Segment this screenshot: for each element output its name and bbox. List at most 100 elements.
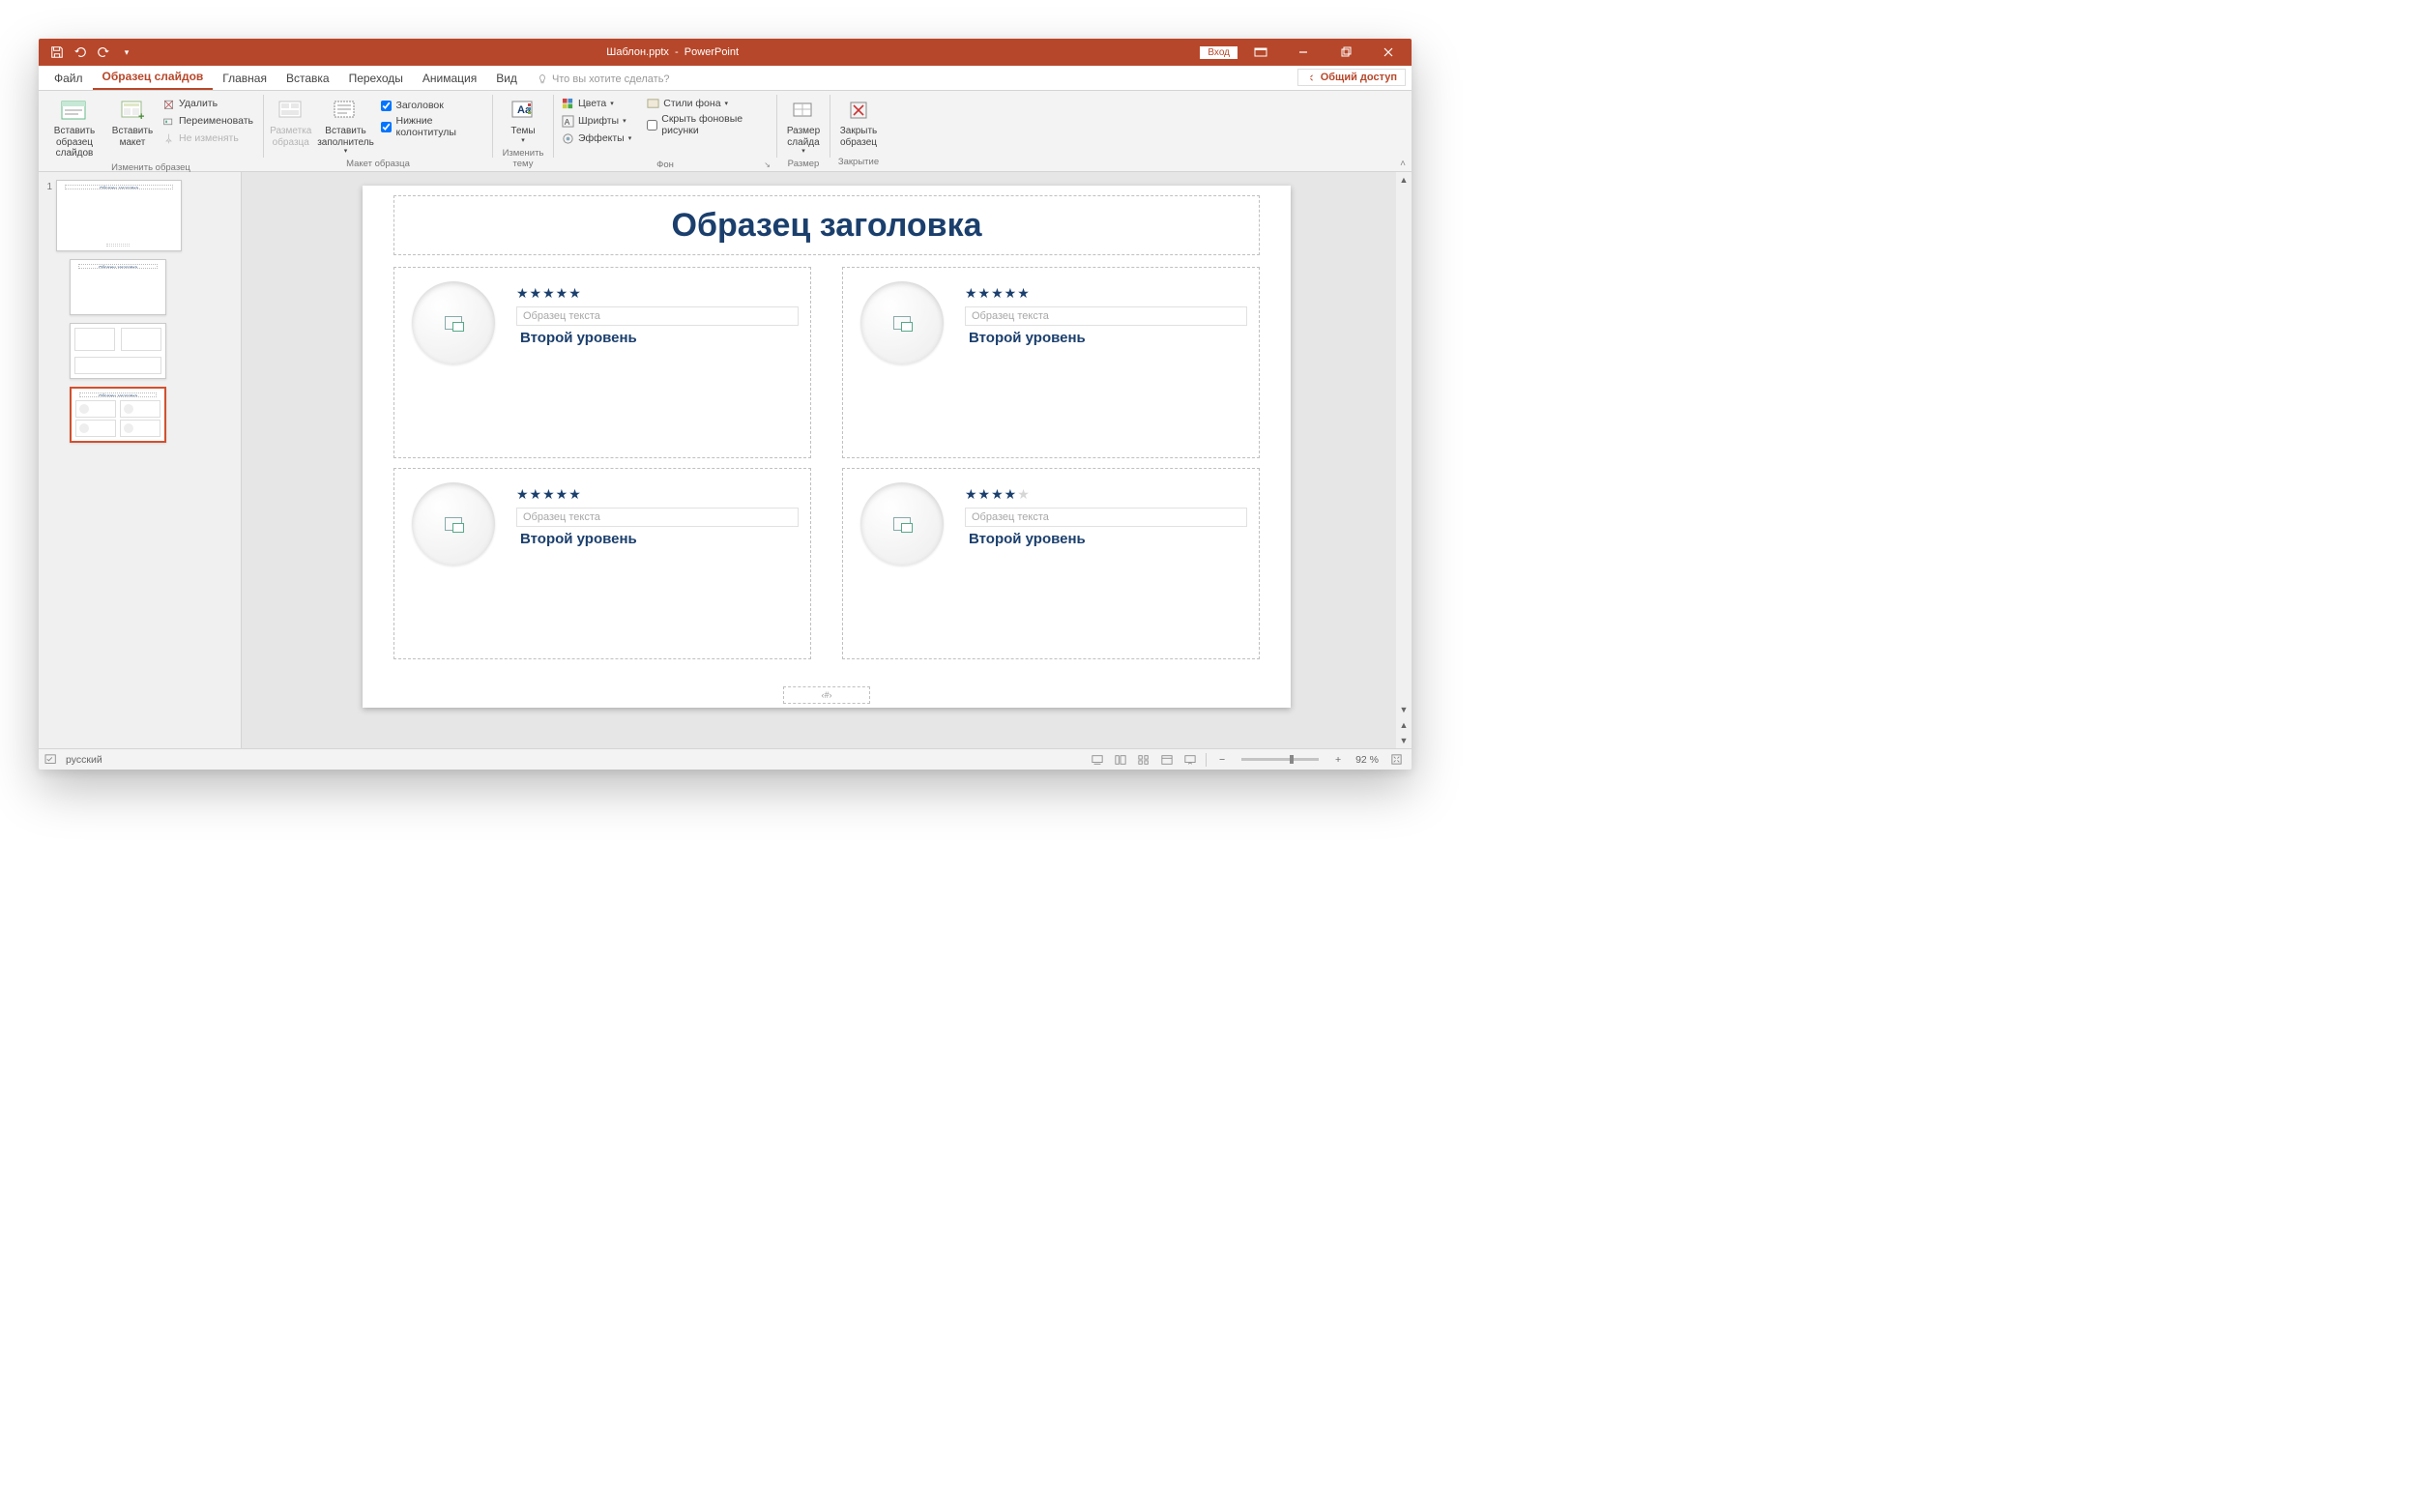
- zoom-out-button[interactable]: −: [1212, 752, 1232, 768]
- footers-checkbox[interactable]: Нижние колонтитулы: [377, 114, 488, 139]
- level2-text[interactable]: Второй уровень: [969, 531, 1086, 547]
- status-language[interactable]: русский: [66, 754, 102, 766]
- spellcheck-icon[interactable]: [44, 754, 58, 766]
- delete-button[interactable]: Удалить: [159, 95, 257, 112]
- ribbon-display-button[interactable]: [1241, 39, 1280, 66]
- ribbon-tabs: Файл Образец слайдов Главная Вставка Пер…: [39, 66, 1412, 91]
- sorter-view-button[interactable]: [1134, 752, 1153, 768]
- level2-text[interactable]: Второй уровень: [520, 330, 637, 346]
- layout-thumbnail-3[interactable]: Образец заголовка: [70, 387, 166, 443]
- layout-thumbnail-2[interactable]: [70, 323, 166, 379]
- hide-bg-checkbox[interactable]: Скрыть фоновые рисунки: [643, 112, 772, 137]
- group-close: Закрыть образец Закрытие: [830, 91, 887, 171]
- sign-in-button[interactable]: Вход: [1200, 46, 1238, 59]
- group-themes: Aa Темы ▾ Изменить тему: [493, 91, 553, 171]
- close-master-icon: [848, 100, 869, 121]
- insert-placeholder-button[interactable]: Вставить заполнитель ▾: [315, 95, 375, 158]
- card-top-right[interactable]: ★★★★★ Образец текста Второй уровень: [842, 267, 1260, 458]
- master-thumb-row: 1 Образец заголовка: [43, 180, 233, 251]
- fonts-icon: A: [562, 115, 574, 128]
- insert-slide-master-button[interactable]: Вставить образец слайдов: [43, 95, 106, 161]
- scroll-up-icon[interactable]: ▲: [1396, 172, 1412, 188]
- filename: Шаблон.pptx: [606, 46, 669, 58]
- svg-text:A: A: [565, 117, 570, 127]
- reading-view-button[interactable]: [1157, 752, 1177, 768]
- text-placeholder[interactable]: Образец текста: [516, 306, 799, 326]
- tell-me[interactable]: Что вы хотите сделать?: [527, 69, 680, 90]
- bg-styles-icon: [647, 98, 659, 110]
- layout-grid-icon: [277, 100, 305, 121]
- slideshow-button[interactable]: [1180, 752, 1200, 768]
- collapse-ribbon-button[interactable]: ˄: [1400, 159, 1406, 169]
- zoom-level[interactable]: 92 %: [1352, 754, 1383, 766]
- lightbulb-icon: [537, 73, 548, 85]
- card-bottom-left[interactable]: ★★★★★ Образец текста Второй уровень: [393, 468, 811, 659]
- app-window: ▾ Шаблон.pptx - PowerPoint Вход Файл: [39, 39, 1412, 770]
- qat-customize[interactable]: ▾: [116, 42, 137, 63]
- text-placeholder[interactable]: Образец текста: [516, 508, 799, 527]
- picture-icon: [893, 517, 911, 531]
- close-button[interactable]: [1369, 39, 1408, 66]
- redo-button[interactable]: [93, 42, 114, 63]
- master-thumbnail[interactable]: Образец заголовка: [56, 180, 182, 251]
- colors-button[interactable]: Цвета▾: [558, 95, 635, 112]
- slide-size-button[interactable]: Размер слайда ▾: [781, 95, 826, 158]
- undo-button[interactable]: [70, 42, 91, 63]
- picture-placeholder[interactable]: [412, 482, 495, 566]
- picture-placeholder[interactable]: [860, 482, 944, 566]
- pin-icon: [162, 132, 175, 145]
- themes-icon: Aa: [510, 99, 537, 122]
- picture-placeholder[interactable]: [412, 281, 495, 364]
- save-button[interactable]: [46, 42, 68, 63]
- picture-icon: [445, 517, 462, 531]
- minimize-button[interactable]: [1284, 39, 1323, 66]
- tab-transitions[interactable]: Переходы: [339, 67, 413, 90]
- master-number: 1: [43, 180, 52, 192]
- fit-to-window-button[interactable]: [1386, 752, 1406, 768]
- title-bar: ▾ Шаблон.pptx - PowerPoint Вход: [39, 39, 1412, 66]
- layout-thumbnail-1[interactable]: Образец заголовка: [70, 259, 166, 315]
- scroll-down-icon[interactable]: ▼: [1396, 702, 1412, 717]
- tab-file[interactable]: Файл: [44, 67, 93, 90]
- insert-layout-button[interactable]: + Вставить макет: [108, 95, 157, 150]
- tab-slide-master[interactable]: Образец слайдов: [93, 65, 214, 90]
- themes-button[interactable]: Aa Темы ▾: [497, 95, 549, 147]
- prev-slide-icon[interactable]: ▲: [1396, 717, 1412, 733]
- notes-button[interactable]: [1088, 752, 1107, 768]
- fonts-button[interactable]: A Шрифты▾: [558, 112, 635, 130]
- master-layout-button: Разметка образца: [268, 95, 313, 150]
- text-placeholder[interactable]: Образец текста: [965, 508, 1247, 527]
- page-number-placeholder[interactable]: ‹#›: [783, 686, 870, 704]
- title-bar-right: Вход: [1200, 39, 1412, 66]
- vertical-scrollbar[interactable]: ▲ ▼ ▲ ▼: [1396, 172, 1412, 748]
- title-placeholder[interactable]: Образец заголовка: [393, 195, 1260, 255]
- card-top-left[interactable]: ★★★★★ Образец текста Второй уровень: [393, 267, 811, 458]
- bg-launcher-icon[interactable]: ↘: [764, 160, 771, 169]
- normal-view-button[interactable]: [1111, 752, 1130, 768]
- effects-button[interactable]: Эффекты▾: [558, 130, 635, 147]
- level2-text[interactable]: Второй уровень: [969, 330, 1086, 346]
- svg-text:+: +: [138, 111, 144, 122]
- tab-view[interactable]: Вид: [486, 67, 527, 90]
- thumbnail-panel[interactable]: 1 Образец заголовка Образец заголовка Об…: [39, 172, 242, 748]
- text-placeholder[interactable]: Образец текста: [965, 306, 1247, 326]
- title-checkbox[interactable]: Заголовок: [377, 99, 488, 112]
- zoom-in-button[interactable]: +: [1328, 752, 1348, 768]
- next-slide-icon[interactable]: ▼: [1396, 733, 1412, 748]
- background-styles-button[interactable]: Стили фона▾: [643, 95, 772, 112]
- tab-animations[interactable]: Анимация: [413, 67, 486, 90]
- close-master-button[interactable]: Закрыть образец: [834, 95, 883, 150]
- slide[interactable]: Образец заголовка ★★★★★ Образец текста В…: [363, 186, 1291, 708]
- tab-home[interactable]: Главная: [213, 67, 277, 90]
- share-button[interactable]: Общий доступ: [1297, 69, 1406, 86]
- effects-icon: [562, 132, 574, 145]
- rename-icon: [162, 115, 175, 128]
- tab-insert[interactable]: Вставка: [277, 67, 339, 90]
- rename-button[interactable]: Переименовать: [159, 112, 257, 130]
- card-bottom-right[interactable]: ★★★★★ Образец текста Второй уровень: [842, 468, 1260, 659]
- picture-placeholder[interactable]: [860, 281, 944, 364]
- slide-canvas-area[interactable]: Образец заголовка ★★★★★ Образец текста В…: [242, 172, 1412, 748]
- zoom-slider[interactable]: [1241, 758, 1319, 761]
- maximize-button[interactable]: [1326, 39, 1365, 66]
- level2-text[interactable]: Второй уровень: [520, 531, 637, 547]
